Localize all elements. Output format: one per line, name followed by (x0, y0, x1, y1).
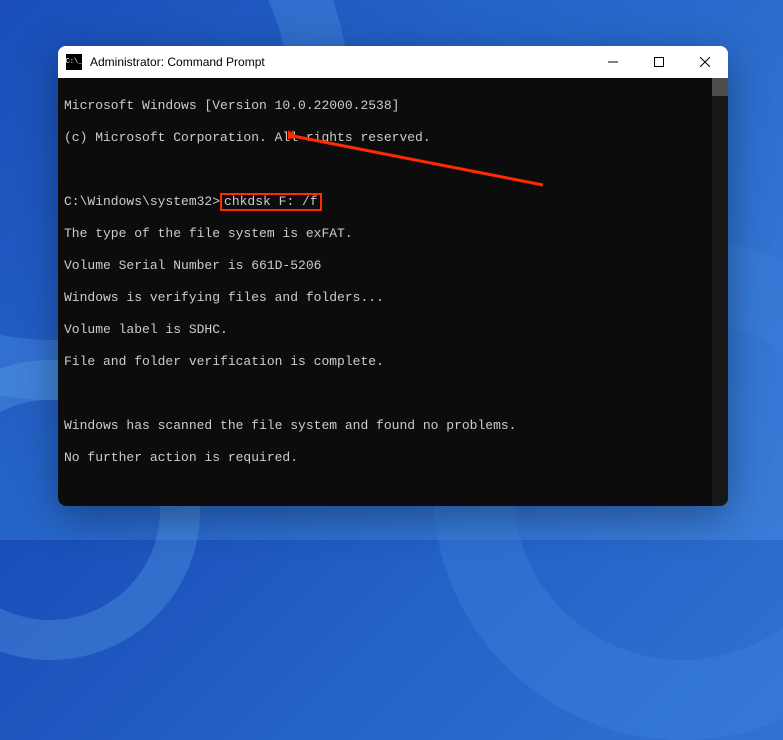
window-controls (590, 46, 728, 78)
output-line: The type of the file system is exFAT. (64, 226, 722, 242)
output-line: Windows has scanned the file system and … (64, 418, 722, 434)
cmd-icon (66, 54, 82, 70)
scrollbar[interactable] (712, 78, 728, 506)
minimize-button[interactable] (590, 46, 636, 78)
highlighted-command: chkdsk F: /f (220, 193, 322, 211)
output-line: File and folder verification is complete… (64, 354, 722, 370)
window-title: Administrator: Command Prompt (90, 55, 590, 69)
command-prompt-window: Administrator: Command Prompt Microsoft … (58, 46, 728, 506)
version-line: Microsoft Windows [Version 10.0.22000.25… (64, 98, 722, 114)
copyright-line: (c) Microsoft Corporation. All rights re… (64, 130, 722, 146)
titlebar[interactable]: Administrator: Command Prompt (58, 46, 728, 78)
prompt-line-1: C:\Windows\system32>chkdsk F: /f (64, 194, 722, 210)
prompt-prefix: C:\Windows\system32> (64, 194, 220, 209)
maximize-button[interactable] (636, 46, 682, 78)
output-line: Volume label is SDHC. (64, 322, 722, 338)
close-button[interactable] (682, 46, 728, 78)
terminal-output[interactable]: Microsoft Windows [Version 10.0.22000.25… (58, 78, 728, 506)
output-line: Windows is verifying files and folders..… (64, 290, 722, 306)
output-line: No further action is required. (64, 450, 722, 466)
output-line: Volume Serial Number is 661D-5206 (64, 258, 722, 274)
scrollbar-thumb[interactable] (712, 78, 728, 96)
